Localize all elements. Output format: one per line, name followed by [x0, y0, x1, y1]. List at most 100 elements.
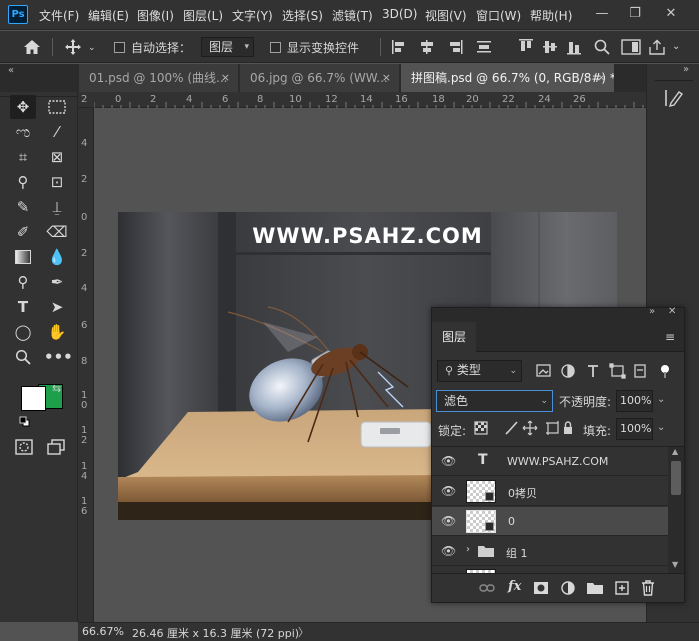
close-tab-icon[interactable]: × [597, 64, 606, 92]
frame-tool-icon[interactable]: ⊠ [44, 145, 70, 169]
stamp-tool-icon[interactable]: ⍊ [44, 195, 70, 219]
tab-layers[interactable]: 图层 [432, 322, 476, 352]
menu-image[interactable]: 图像(I) [137, 7, 174, 24]
eyedropper-tool-icon[interactable]: ⚲ [10, 170, 36, 194]
panel-menu-icon[interactable]: ≡ [665, 330, 675, 344]
collapse-toolbar-icon[interactable]: « [8, 65, 14, 76]
close-tab-icon[interactable]: × [382, 64, 391, 92]
hand-tool-icon[interactable]: ✋ [44, 320, 70, 344]
image-watermark-text: WWW.PSAHZ.COM [252, 224, 483, 248]
layer-filter-dropdown[interactable]: ⚲ 类型 ⌄ [437, 360, 522, 382]
menu-layer[interactable]: 图层(L) [183, 7, 223, 24]
visibility-eye-icon[interactable]: 👁 [441, 514, 456, 528]
visibility-eye-icon[interactable]: 👁 [441, 484, 456, 498]
zoom-level[interactable]: 66.67% [82, 625, 124, 638]
tab-active-document[interactable]: 拼图稿.psd @ 66.7% (0, RGB/8#) * × [401, 64, 615, 92]
close-panel-icon[interactable]: ✕ [668, 306, 676, 317]
panel-header[interactable]: » ✕ [432, 306, 684, 322]
collapse-panel-icon[interactable]: » [649, 306, 655, 317]
scroll-down-icon[interactable]: ▼ [672, 560, 678, 569]
new-layer-icon[interactable] [615, 581, 629, 595]
patch-tool-icon[interactable]: ⊡ [44, 170, 70, 194]
tab-06-jpg[interactable]: 06.jpg @ 66.7% (WW... × [240, 64, 400, 92]
scrollbar-thumb[interactable] [671, 461, 681, 495]
brush-tool-icon[interactable]: ✎ [10, 195, 36, 219]
screen-mode-icon[interactable] [47, 439, 65, 455]
layer-list-scrollbar[interactable]: ▲ ▼ [668, 447, 684, 573]
menu-file[interactable]: 文件(F) [39, 7, 79, 24]
layer-row-text[interactable]: 👁 T WWW.PSAHZ.COM [432, 447, 668, 476]
crop-tool-icon[interactable]: ⌗ [10, 145, 36, 169]
search-icon[interactable] [593, 38, 611, 56]
type-tool-icon[interactable]: T [10, 295, 36, 319]
menu-type[interactable]: 文字(Y) [232, 7, 273, 24]
tab-01-psd[interactable]: 01.psd @ 100% (曲线... × [79, 64, 239, 92]
layer-row-0-selected[interactable]: 👁 0 [432, 507, 668, 536]
fx-icon[interactable]: fx [508, 579, 521, 594]
lasso-tool-icon[interactable]: ಌ [10, 120, 36, 144]
minimize-button[interactable]: — [591, 3, 613, 25]
visibility-eye-icon[interactable]: 👁 [441, 544, 456, 558]
share-icon[interactable] [648, 39, 666, 55]
eraser-tool-icon[interactable]: ⌫ [44, 220, 70, 244]
pen-tool-icon[interactable]: ✒ [44, 270, 70, 294]
swap-colors-icon[interactable]: ⇆ [52, 382, 61, 395]
gradient-tool-icon[interactable] [10, 245, 36, 269]
marquee-tool-icon[interactable] [44, 95, 70, 119]
magic-wand-tool-icon[interactable]: ⁄ [44, 120, 70, 144]
ruler-tick-label: 1 0 [81, 390, 88, 411]
fill-input[interactable]: 100% [616, 418, 653, 440]
show-transform-checkbox[interactable] [270, 42, 281, 53]
ellipse-tool-icon[interactable]: ◯ [10, 320, 36, 344]
fill-slider-toggle[interactable]: ⌄ [657, 422, 665, 433]
menu-3d[interactable]: 3D(D) [382, 7, 417, 21]
mask-icon[interactable] [533, 581, 549, 595]
auto-select-checkbox[interactable] [114, 42, 125, 53]
more-tools-icon[interactable]: ••• [44, 345, 73, 369]
history-brush-tool-icon[interactable]: ✐ [10, 220, 36, 244]
restore-button[interactable]: ❐ [624, 3, 646, 25]
path-selection-tool-icon[interactable]: ➤ [44, 295, 70, 319]
trash-icon[interactable] [641, 580, 655, 596]
layer-row-group-1[interactable]: 👁 › 组 1 [432, 537, 668, 566]
opacity-input[interactable]: 100% [616, 390, 653, 412]
visibility-eye-icon[interactable]: 👁 [441, 454, 456, 468]
default-colors-icon[interactable] [19, 416, 30, 427]
folder-icon[interactable] [587, 582, 603, 594]
auto-select-dropdown[interactable]: 图层 ▾ [201, 37, 254, 57]
scroll-up-icon[interactable]: ▲ [672, 447, 678, 456]
move-tool-icon[interactable]: ✥ [10, 95, 36, 119]
chevron-down-icon[interactable]: ⌄ [672, 39, 680, 55]
foreground-color-swatch[interactable] [21, 386, 46, 411]
blend-mode-dropdown[interactable]: 滤色 ⌄ [436, 390, 553, 412]
panel-tab-row: 图层 ≡ [432, 322, 684, 352]
close-tab-icon[interactable]: × [221, 64, 230, 92]
properties-panel-icon[interactable] [663, 88, 685, 108]
home-icon[interactable] [23, 39, 41, 55]
link-icon[interactable] [479, 582, 495, 594]
expand-group-chevron-icon[interactable]: › [466, 544, 470, 555]
menu-window[interactable]: 窗口(W) [476, 7, 521, 24]
collapse-panels-icon[interactable]: » [683, 64, 689, 75]
move-tool-icon[interactable] [64, 38, 82, 56]
workspace-icon[interactable] [621, 39, 641, 55]
menu-view[interactable]: 视图(V) [425, 7, 467, 24]
layer-name: WWW.PSAHZ.COM [507, 455, 609, 468]
zoom-tool-icon[interactable] [10, 345, 36, 369]
chevron-down-icon[interactable]: ⌄ [88, 40, 96, 56]
status-menu-icon[interactable]: 〉 [298, 624, 309, 640]
close-window-button[interactable]: ✕ [660, 3, 682, 25]
dodge-tool-icon[interactable]: ⚲ [10, 270, 36, 294]
layer-row-0-copy[interactable]: 👁 0拷贝 [432, 477, 668, 506]
ruler-tick-label: 1 4 [81, 461, 88, 482]
menu-select[interactable]: 选择(S) [282, 7, 323, 24]
menu-edit[interactable]: 编辑(E) [88, 7, 129, 24]
menu-filter[interactable]: 滤镜(T) [332, 7, 373, 24]
opacity-slider-toggle[interactable]: ⌄ [657, 394, 665, 405]
chevron-down-icon: ⌄ [540, 396, 548, 406]
quick-mask-icon[interactable] [15, 439, 33, 455]
menu-help[interactable]: 帮助(H) [530, 7, 572, 24]
blur-tool-icon[interactable]: 💧 [44, 245, 70, 269]
adjustment-icon[interactable] [561, 581, 577, 597]
ruler-tick-label: 2 [81, 248, 88, 259]
